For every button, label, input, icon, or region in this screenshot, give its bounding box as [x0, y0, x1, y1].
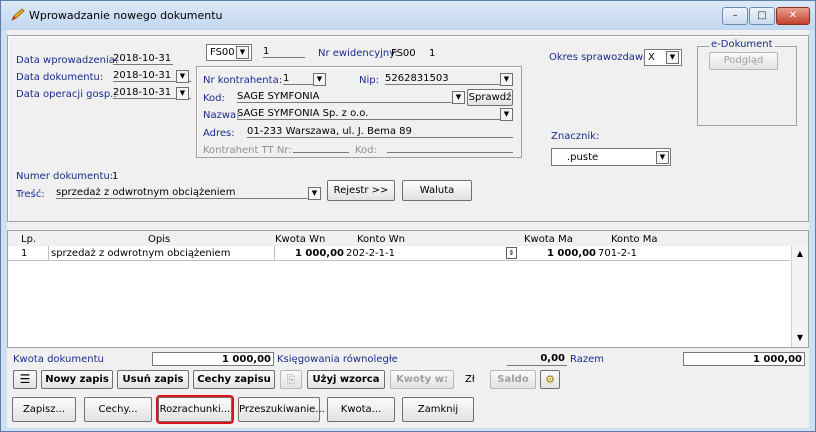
- data-wprowadzenia-value: 2018-10-31: [113, 53, 173, 65]
- window-title: Wprowadzanie nowego dokumentu: [29, 9, 223, 22]
- podglad-button[interactable]: Podgląd: [709, 52, 778, 70]
- cell-opis[interactable]: sprzedaż z odwrotnym obciążeniem: [48, 246, 275, 260]
- col-kwota-wn: Kwota Wn: [275, 234, 326, 245]
- cell-konto-ma[interactable]: 701-2-1: [598, 248, 637, 259]
- znacznik-value: .puste: [567, 152, 599, 163]
- adres-label: Adres:: [203, 128, 235, 139]
- cell-konto-wn[interactable]: 202-2-1-1: [346, 248, 395, 259]
- typ-dokumentu-select[interactable]: FS00 ▼: [206, 44, 252, 61]
- scroll-up-icon[interactable]: ▲: [792, 246, 808, 262]
- numer-dokumentu-label: Numer dokumentu:: [16, 171, 114, 182]
- adres-field[interactable]: 01-233 Warszawa, ul. J. Bema 89: [247, 126, 513, 138]
- ksiegowania-label: Księgowania równoległe: [277, 354, 398, 365]
- close-button[interactable]: ✕: [776, 7, 810, 25]
- sprawdz-button[interactable]: Sprawdź: [467, 89, 513, 106]
- table-scrollbar[interactable]: ▲ ▼: [791, 246, 808, 347]
- client-area: Data wprowadzenia: 2018-10-31 Data dokum…: [7, 30, 809, 428]
- znacznik-dropdown-icon[interactable]: ▼: [656, 151, 669, 164]
- nr-kontrahenta-label: Nr kontrahenta:: [203, 75, 283, 86]
- uzyj-wzorca-button[interactable]: Użyj wzorca: [307, 370, 385, 389]
- przeszukiwanie-button[interactable]: Przeszukiwanie...: [238, 397, 325, 422]
- nip-label: Nip:: [359, 75, 379, 86]
- cell-kwota-wn[interactable]: 1 000,00: [276, 248, 344, 259]
- rejestr-button[interactable]: Rejestr >>: [327, 180, 395, 201]
- razem-label: Razem: [570, 354, 604, 365]
- kwota-dokumentu-label: Kwota dokumentu: [13, 354, 104, 365]
- tresc-label: Treść:: [16, 189, 45, 200]
- kod-dropdown-icon[interactable]: ▼: [452, 91, 465, 104]
- ksiegowania-value: 0,00: [507, 352, 567, 366]
- cechy-button[interactable]: Cechy...: [84, 397, 152, 422]
- okres-select[interactable]: X ▼: [644, 49, 682, 66]
- tresc-dropdown-icon[interactable]: ▼: [308, 187, 321, 200]
- kwoty-w-button[interactable]: Kwoty w:: [390, 370, 454, 389]
- tresc-field[interactable]: sprzedaż z odwrotnym obciążeniem: [56, 187, 320, 199]
- typ-dokumentu-value: FS00: [210, 47, 235, 58]
- nip-field[interactable]: 5262831503: [385, 73, 509, 85]
- znacznik-select[interactable]: .puste ▼: [551, 148, 671, 166]
- col-lp: Lp.: [21, 234, 37, 245]
- nr-ewidencyjny-value: FS00: [391, 48, 416, 59]
- waluta-button[interactable]: Waluta: [402, 180, 472, 201]
- maximize-button[interactable]: □: [749, 7, 775, 25]
- document-window: Wprowadzanie nowego dokumentu – □ ✕ Data…: [0, 0, 816, 432]
- kwota-button[interactable]: Kwota...: [327, 397, 395, 422]
- zamknij-button[interactable]: Zamknij: [402, 397, 474, 422]
- rozrachunki-button[interactable]: Rozrachunki...: [156, 395, 234, 424]
- data-dokumentu-dropdown-icon[interactable]: ▼: [176, 70, 189, 83]
- waluta-zl-label: Zł: [465, 374, 475, 385]
- cechy-zapisu-button[interactable]: Cechy zapisu: [193, 370, 275, 389]
- okres-dropdown-icon[interactable]: ▼: [666, 51, 679, 64]
- typ-dokumentu-dropdown-icon[interactable]: ▼: [236, 46, 249, 59]
- nr-ewidencyjny-label: Nr ewidencyjny:: [318, 48, 398, 59]
- nr-kontrahenta-dropdown-icon[interactable]: ▼: [313, 73, 326, 86]
- zapisz-button[interactable]: Zapisz...: [12, 397, 76, 422]
- numer-dokumentu-value: 1: [112, 171, 119, 182]
- saldo-button[interactable]: Saldo: [490, 370, 536, 389]
- znacznik-label: Znacznik:: [551, 131, 600, 142]
- swap-icon[interactable]: ⇕: [506, 247, 517, 259]
- kod-label: Kod:: [203, 93, 225, 104]
- minimize-button[interactable]: –: [722, 7, 748, 25]
- okres-value: X: [648, 52, 655, 63]
- data-dokumentu-label: Data dokumentu:: [16, 72, 104, 83]
- nazwa-label: Nazwa:: [203, 110, 240, 121]
- kontrahent-tt-field[interactable]: [293, 152, 349, 153]
- cell-lp: 1: [21, 248, 28, 259]
- nr-dokumentu-field[interactable]: 1: [263, 46, 305, 58]
- document-header-panel: Data wprowadzenia: 2018-10-31 Data dokum…: [7, 35, 809, 222]
- col-kwota-ma: Kwota Ma: [524, 234, 573, 245]
- razem-value: 1 000,00: [683, 352, 805, 366]
- kwota-dokumentu-value: 1 000,00: [152, 352, 274, 366]
- pen-icon: [11, 8, 25, 21]
- kontrahent-group: Nr kontrahenta: 1 ▼ Nip: 5262831503 ▼ Ko…: [196, 66, 522, 158]
- kod-field[interactable]: SAGE SYMFONIA: [237, 91, 461, 103]
- col-konto-ma: Konto Ma: [611, 234, 658, 245]
- data-operacji-label: Data operacji gosp.:: [16, 89, 117, 100]
- calculator-icon[interactable]: ⚙: [540, 370, 560, 389]
- nip-dropdown-icon[interactable]: ▼: [500, 73, 513, 86]
- nowy-zapis-button[interactable]: Nowy zapis: [41, 370, 113, 389]
- tt-kod-label: Kod:: [355, 145, 377, 156]
- edokument-label: e-Dokument: [709, 39, 775, 50]
- nazwa-field[interactable]: SAGE SYMFONIA Sp. z o.o.: [237, 108, 509, 120]
- tt-kod-field[interactable]: [387, 152, 513, 153]
- entries-table: Lp. Opis Kwota Wn Konto Wn Kwota Ma Kont…: [7, 230, 809, 348]
- scroll-down-icon[interactable]: ▼: [792, 330, 808, 346]
- usun-zapis-button[interactable]: Usuń zapis: [117, 370, 189, 389]
- cell-kwota-ma[interactable]: 1 000,00: [518, 248, 596, 259]
- nr-ewidencyjny-number: 1: [429, 48, 436, 59]
- col-konto-wn: Konto Wn: [357, 234, 405, 245]
- title-bar[interactable]: Wprowadzanie nowego dokumentu – □ ✕: [1, 1, 815, 30]
- menu-lines-icon[interactable]: ☰: [13, 370, 37, 389]
- col-opis: Opis: [148, 234, 171, 245]
- data-operacji-dropdown-icon[interactable]: ▼: [176, 87, 189, 100]
- table-header: Lp. Opis Kwota Wn Konto Wn Kwota Ma Kont…: [8, 231, 808, 246]
- data-wprowadzenia-label: Data wprowadzenia:: [16, 55, 119, 66]
- kontrahent-tt-label: Kontrahent TT Nr:: [203, 145, 292, 156]
- nazwa-dropdown-icon[interactable]: ▼: [500, 108, 513, 121]
- clipboard-icon[interactable]: ⎘: [280, 370, 302, 389]
- table-row[interactable]: 1 sprzedaż z odwrotnym obciążeniem 1 000…: [8, 246, 790, 261]
